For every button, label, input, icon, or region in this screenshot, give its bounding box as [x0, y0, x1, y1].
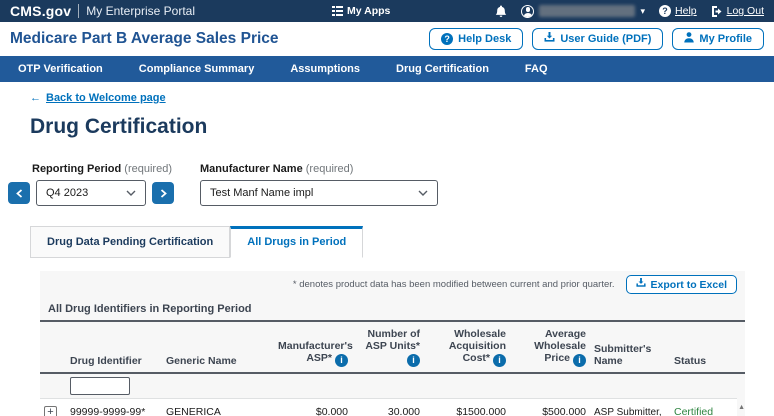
- nav-item-drug-certification[interactable]: Drug Certification: [396, 63, 489, 75]
- portal-name: My Enterprise Portal: [86, 4, 195, 18]
- my-profile-label: My Profile: [699, 33, 752, 45]
- modified-data-note: * denotes product data has been modified…: [293, 279, 615, 290]
- cms-logo[interactable]: CMS.gov: [10, 3, 71, 19]
- all-drugs-panel: * denotes product data has been modified…: [40, 271, 745, 416]
- chevron-down-icon: ▾: [640, 6, 645, 17]
- help-question-icon: ?: [659, 5, 671, 17]
- user-guide-button[interactable]: User Guide (PDF): [532, 28, 663, 50]
- brand-divider: [78, 4, 79, 18]
- my-apps-label: My Apps: [347, 5, 390, 17]
- col-header-status: Status: [670, 355, 734, 367]
- back-to-welcome-link[interactable]: ← Back to Welcome page: [30, 92, 166, 104]
- download-icon: [636, 278, 646, 291]
- manufacturer-label-text: Manufacturer Name: [200, 163, 303, 175]
- nav-item-faq[interactable]: FAQ: [525, 63, 548, 75]
- export-to-excel-button[interactable]: Export to Excel: [626, 275, 737, 294]
- tab-drug-data-pending-certification[interactable]: Drug Data Pending Certification: [30, 226, 230, 258]
- top-bar: CMS.gov My Enterprise Portal My Apps ▾ ?…: [0, 0, 774, 22]
- reporting-period-value: Q4 2023: [46, 187, 88, 199]
- reporting-period-required: (required): [124, 163, 172, 175]
- submitter-name-cell: ASP Submitter,: [590, 406, 670, 416]
- nav-item-assumptions[interactable]: Assumptions: [290, 63, 360, 75]
- help-desk-label: Help Desk: [458, 33, 511, 45]
- info-icon[interactable]: i: [493, 354, 506, 367]
- help-desk-question-icon: ?: [441, 33, 453, 45]
- table-title: All Drug Identifiers in Reporting Period: [40, 297, 745, 322]
- manufacturer-name-value: Test Manf Name impl: [210, 187, 313, 199]
- app-title: Medicare Part B Average Sales Price: [10, 30, 279, 48]
- reporting-period-label-text: Reporting Period: [32, 163, 121, 175]
- col-header-manufacturers-asp: Manufacturer's ASP*i: [274, 340, 352, 367]
- select-chevron-icon: [126, 190, 136, 196]
- log-out-link[interactable]: Log Out: [711, 5, 764, 17]
- notifications-bell-icon[interactable]: [495, 5, 507, 18]
- col-header-wholesale-acquisition-cost: Wholesale Acquisition Cost*i: [424, 328, 510, 367]
- drug-identifier-filter-input[interactable]: [70, 377, 130, 395]
- drug-identifier-value: 99999-9999-99*: [66, 406, 162, 416]
- scrollbar-up-arrow[interactable]: ▲: [738, 404, 745, 411]
- download-icon: [544, 32, 555, 46]
- manufacturer-name-label: Manufacturer Name (required): [200, 163, 438, 175]
- info-icon[interactable]: i: [335, 354, 348, 367]
- help-desk-button[interactable]: ? Help Desk: [429, 28, 523, 50]
- log-out-icon: [711, 6, 723, 17]
- submitter-name-value: ASP Submitter,: [594, 407, 662, 416]
- tab-all-drugs-in-period[interactable]: All Drugs in Period: [230, 226, 363, 258]
- table-row: + 99999-9999-99* GENERICA $0.000 30.000 …: [40, 399, 737, 416]
- previous-period-button[interactable]: [8, 182, 30, 204]
- my-apps-button[interactable]: My Apps: [332, 5, 390, 17]
- col-header-text: Number of ASP Units*: [365, 328, 420, 352]
- reporting-period-select[interactable]: Q4 2023: [36, 180, 146, 206]
- tab-bar: Drug Data Pending Certification All Drug…: [30, 226, 774, 258]
- redacted-user-name: [539, 5, 635, 17]
- generic-name-value: GENERICA: [162, 406, 274, 416]
- help-label: Help: [675, 5, 697, 17]
- col-header-drug-identifier: Drug Identifier: [66, 355, 162, 367]
- manufacturers-asp-value: $0.000: [274, 406, 352, 416]
- filter-row: [40, 374, 737, 399]
- help-link[interactable]: ? Help: [659, 5, 697, 17]
- back-link-label: Back to Welcome page: [46, 92, 166, 104]
- user-avatar-icon: [521, 5, 534, 18]
- col-header-submitters-name: Submitter's Name: [590, 343, 670, 367]
- app-header: Medicare Part B Average Sales Price ? He…: [0, 22, 774, 56]
- expand-row-button[interactable]: +: [44, 406, 57, 416]
- next-period-button[interactable]: [152, 182, 174, 204]
- apps-grid-icon: [332, 6, 343, 16]
- my-profile-button[interactable]: My Profile: [672, 28, 764, 50]
- nav-item-compliance-summary[interactable]: Compliance Summary: [139, 63, 255, 75]
- filter-form: Reporting Period (required) Q4 2023: [8, 163, 774, 206]
- select-chevron-icon: [418, 190, 428, 196]
- export-label: Export to Excel: [651, 279, 727, 291]
- manufacturer-name-select[interactable]: Test Manf Name impl: [200, 180, 438, 206]
- nav-item-otp-verification[interactable]: OTP Verification: [18, 63, 103, 75]
- asp-units-value: 30.000: [352, 406, 424, 416]
- info-icon[interactable]: i: [407, 354, 420, 367]
- awp-value: $500.000: [510, 406, 590, 416]
- profile-person-icon: [684, 32, 694, 46]
- table-body: + 99999-9999-99* GENERICA $0.000 30.000 …: [40, 374, 745, 416]
- col-header-number-of-asp-units: Number of ASP Units* i: [352, 328, 424, 367]
- table-header-row: Drug Identifier Generic Name Manufacture…: [40, 322, 745, 374]
- col-header-generic-name: Generic Name: [162, 355, 274, 367]
- reporting-period-label: Reporting Period (required): [32, 163, 174, 175]
- col-header-average-wholesale-price: Average Wholesale Pricei: [510, 328, 590, 367]
- log-out-label: Log Out: [727, 5, 764, 17]
- wac-value: $1500.000: [424, 406, 510, 416]
- page-title: Drug Certification: [30, 115, 774, 139]
- user-guide-label: User Guide (PDF): [560, 33, 651, 45]
- main-nav: OTP Verification Compliance Summary Assu…: [0, 56, 774, 82]
- status-badge: Certified: [670, 406, 734, 416]
- user-menu[interactable]: ▾: [521, 5, 645, 18]
- info-icon[interactable]: i: [573, 354, 586, 367]
- back-arrow-icon: ←: [30, 92, 41, 104]
- manufacturer-required: (required): [306, 163, 354, 175]
